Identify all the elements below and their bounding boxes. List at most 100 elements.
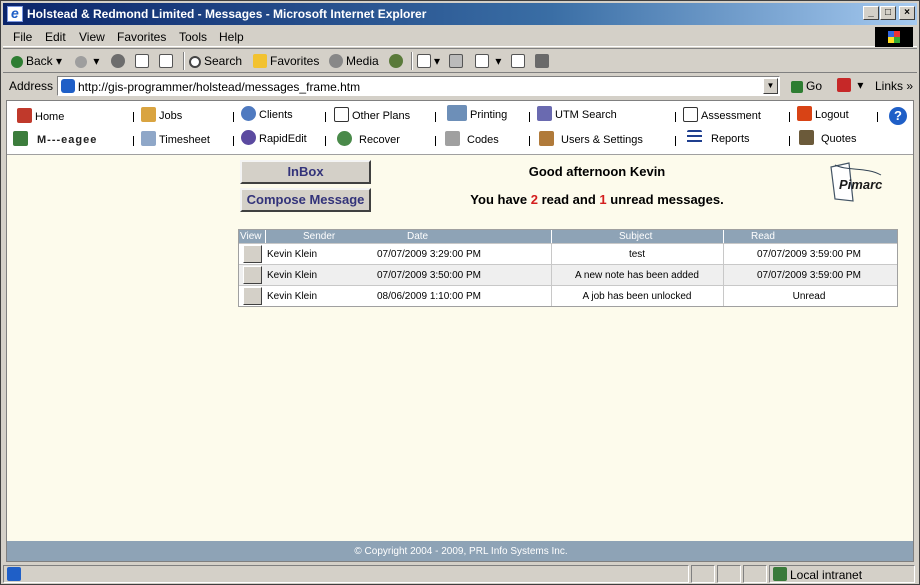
mail-button[interactable]: ▾ <box>417 54 440 68</box>
header-read: Read <box>751 231 775 242</box>
menu-edit[interactable]: Edit <box>45 30 66 44</box>
help-icon[interactable]: ? <box>889 107 907 125</box>
menu-help[interactable]: Help <box>219 30 244 44</box>
inbox-button[interactable]: InBox <box>240 160 371 184</box>
nav-jobs[interactable]: Jobs <box>141 107 182 122</box>
nav-clients[interactable]: Clients <box>241 106 293 121</box>
home-icon <box>159 54 173 68</box>
home-button[interactable] <box>159 54 176 68</box>
nav-codes[interactable]: Codes <box>445 131 499 146</box>
status-bar: Local intranet <box>3 563 917 584</box>
back-button[interactable]: Back ▾ <box>11 54 62 68</box>
calendar-icon <box>141 131 156 146</box>
people-icon <box>241 106 256 121</box>
edit-button[interactable]: ▾ <box>475 54 501 68</box>
nav-recover[interactable]: Recover <box>337 131 400 146</box>
ie-icon <box>7 5 23 22</box>
back-arrow-icon <box>11 56 23 68</box>
favorites-button[interactable]: Favorites <box>253 54 319 68</box>
discuss-icon <box>511 54 525 68</box>
status-text <box>3 565 689 583</box>
title-bar[interactable]: Holstead & Redmond Limited - Messages - … <box>3 3 917 25</box>
table-row: Kevin Klein 07/07/2009 3:29:00 PM test 0… <box>239 243 897 264</box>
cell-read: 07/07/2009 3:59:00 PM <box>757 270 861 281</box>
stop-icon <box>111 54 125 68</box>
print-button[interactable] <box>449 54 466 68</box>
cell-date: 07/07/2009 3:50:00 PM <box>377 270 481 281</box>
go-button[interactable]: Go <box>791 79 822 93</box>
refresh-icon <box>135 54 149 68</box>
acrobat-button[interactable]: ▾ <box>837 78 863 92</box>
cell-read: Unread <box>792 291 826 302</box>
page-content: Home Jobs Clients Other Plans Printing U… <box>6 100 914 562</box>
go-arrow-icon <box>791 81 803 93</box>
address-bar: Address http://gis-programmer/holstead/m… <box>3 74 917 99</box>
compose-message-button[interactable]: Compose Message <box>240 188 371 212</box>
view-message-button[interactable] <box>243 245 262 263</box>
history-button[interactable] <box>389 54 406 68</box>
nav-messages[interactable]: M---eagee <box>13 131 97 146</box>
print-icon <box>449 54 463 68</box>
nav-timesheet[interactable]: Timesheet <box>141 131 210 146</box>
menu-file[interactable]: File <box>13 30 32 44</box>
cell-subject: test <box>628 249 646 260</box>
message-summary: You have 2 read and 1 unread messages. <box>470 192 724 207</box>
recover-icon <box>337 131 352 146</box>
history-icon <box>389 54 403 68</box>
minimize-button[interactable]: _ <box>863 6 879 20</box>
discuss-button[interactable] <box>511 54 528 68</box>
nav-quotes[interactable]: Quotes <box>799 130 856 145</box>
intranet-icon <box>773 567 787 581</box>
nav-logout[interactable]: Logout <box>797 106 849 121</box>
nav-other-plans[interactable]: Other Plans <box>334 107 410 122</box>
table-row: Kevin Klein 07/07/2009 3:50:00 PM A new … <box>239 264 897 285</box>
menu-bar: File Edit View Favorites Tools Help <box>3 26 917 47</box>
nav-reports[interactable]: Reports <box>687 130 750 145</box>
view-message-button[interactable] <box>243 266 262 284</box>
rapidedit-icon <box>241 130 256 145</box>
list-icon <box>687 130 702 145</box>
media-icon <box>329 54 343 68</box>
nav-printing[interactable]: Printing <box>447 105 507 121</box>
header-view: View <box>240 231 262 242</box>
stop-button[interactable] <box>111 54 128 68</box>
address-input[interactable]: http://gis-programmer/holstead/messages_… <box>57 76 780 96</box>
media-button[interactable]: Media <box>329 54 379 68</box>
nav-users-settings[interactable]: Users & Settings <box>539 131 643 146</box>
nav-rapidedit[interactable]: RapidEdit <box>241 130 307 145</box>
codes-icon <box>445 131 460 146</box>
maximize-button[interactable]: □ <box>880 6 896 20</box>
table-row: Kevin Klein 08/06/2009 1:10:00 PM A job … <box>239 285 897 306</box>
forward-button[interactable]: ▾ <box>75 54 99 68</box>
cell-date: 08/06/2009 1:10:00 PM <box>377 291 481 302</box>
refresh-button[interactable] <box>135 54 152 68</box>
cell-date: 07/07/2009 3:29:00 PM <box>377 249 481 260</box>
view-message-button[interactable] <box>243 287 262 305</box>
greeting: Good afternoon Kevin <box>528 164 666 179</box>
cell-read: 07/07/2009 3:59:00 PM <box>757 249 861 260</box>
nav-utm-search[interactable]: UTM Search <box>537 106 617 121</box>
messages-table: View Sender Date Subject Read Kevin Klei… <box>238 229 898 307</box>
cell-sender: Kevin Klein <box>267 270 318 281</box>
favorites-star-icon <box>253 54 267 68</box>
cell-subject: A new note has been added <box>575 270 699 281</box>
search-button[interactable]: Search <box>189 54 242 68</box>
power-icon <box>797 106 812 121</box>
quotes-icon <box>799 130 814 145</box>
search-icon <box>189 56 201 68</box>
links-button[interactable]: Links » <box>875 79 913 93</box>
forward-arrow-icon <box>75 56 87 68</box>
toolbar-separator <box>411 52 413 70</box>
messenger-button[interactable] <box>535 54 552 68</box>
assessment-icon <box>683 107 698 122</box>
nav-assessment[interactable]: Assessment <box>683 107 761 122</box>
address-dropdown-button[interactable]: ▼ <box>763 78 778 94</box>
printer-icon <box>447 105 467 121</box>
logo-text: Pimarc <box>839 177 883 192</box>
nav-home[interactable]: Home <box>17 108 64 123</box>
security-zone: Local intranet <box>769 565 915 583</box>
menu-favorites[interactable]: Favorites <box>117 30 166 44</box>
close-button[interactable]: × <box>899 6 915 20</box>
menu-view[interactable]: View <box>79 30 105 44</box>
menu-tools[interactable]: Tools <box>179 30 207 44</box>
